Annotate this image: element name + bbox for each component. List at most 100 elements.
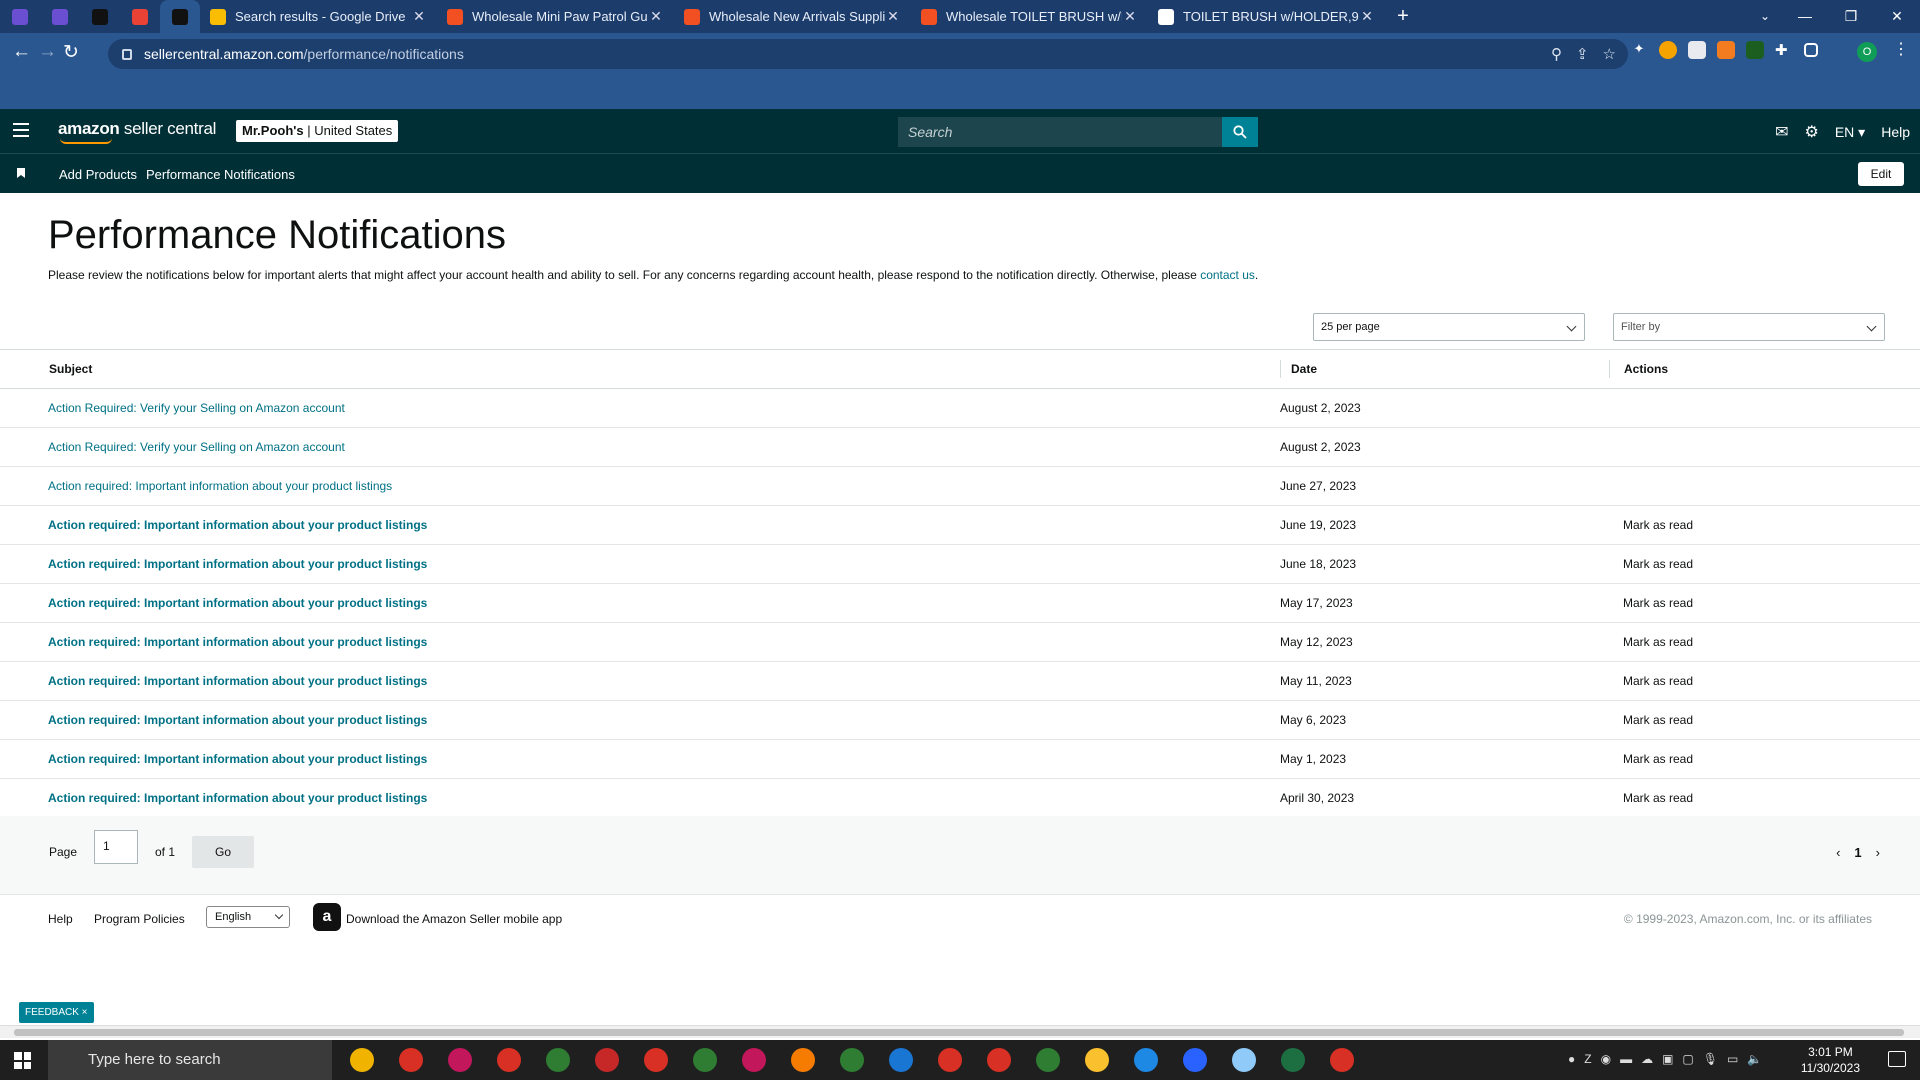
mark-as-read-link[interactable]: Mark as read [1623, 713, 1693, 727]
pinned-tab[interactable] [160, 0, 200, 33]
hamburger-menu-icon[interactable] [13, 123, 29, 137]
zoom-icon[interactable]: ⚲ [1551, 45, 1562, 63]
edit-button[interactable]: Edit [1858, 162, 1904, 186]
tray-icon[interactable]: ● [1568, 1052, 1575, 1066]
taskbar-app-icon[interactable] [1036, 1048, 1060, 1072]
cloud-icon[interactable]: ☁ [1641, 1052, 1653, 1066]
column-date[interactable]: Date [1280, 360, 1317, 378]
mark-as-read-link[interactable]: Mark as read [1623, 557, 1693, 571]
mark-as-read-link[interactable]: Mark as read [1623, 635, 1693, 649]
taskbar-app-icon[interactable] [1281, 1048, 1305, 1072]
taskbar-app-icon[interactable] [938, 1048, 962, 1072]
extension-icon[interactable]: ✦ [1630, 41, 1648, 59]
tray-icon[interactable]: ▢ [1682, 1052, 1693, 1066]
mobile-app-link[interactable]: Download the Amazon Seller mobile app [346, 912, 562, 926]
browser-menu-icon[interactable]: ⋮ [1893, 39, 1909, 59]
mark-as-read-link[interactable]: Mark as read [1623, 674, 1693, 688]
notification-subject-link[interactable]: Action required: Important information a… [48, 791, 427, 805]
close-tab-icon[interactable]: ✕ [648, 8, 664, 25]
back-icon[interactable]: ← [12, 41, 31, 63]
column-subject[interactable]: Subject [49, 362, 92, 376]
mark-as-read-link[interactable]: Mark as read [1623, 791, 1693, 805]
extension-icon[interactable] [1688, 41, 1706, 59]
browser-tab[interactable]: Wholesale TOILET BRUSH w/HO ✕ [911, 0, 1148, 33]
tray-icon[interactable]: ▬ [1620, 1052, 1632, 1066]
pinned-tab[interactable] [0, 0, 40, 33]
help-link[interactable]: Help [1881, 124, 1910, 140]
close-tab-icon[interactable]: ✕ [1122, 8, 1138, 25]
close-tab-icon[interactable]: ✕ [411, 8, 427, 25]
close-window-button[interactable]: ✕ [1874, 0, 1920, 33]
close-tab-icon[interactable]: ✕ [885, 8, 901, 25]
address-bar[interactable]: sellercentral.amazon.com/performance/not… [108, 39, 1628, 69]
windows-start-icon[interactable] [14, 1052, 31, 1069]
bookmark-icon[interactable] [17, 168, 25, 178]
sidepanel-icon[interactable] [1804, 43, 1818, 57]
filter-select[interactable]: Filter by [1613, 313, 1885, 341]
program-policies-link[interactable]: Program Policies [94, 912, 185, 926]
puzzle-icon[interactable]: ✚ [1775, 41, 1793, 59]
notification-subject-link[interactable]: Action Required: Verify your Selling on … [48, 401, 345, 415]
go-button[interactable]: Go [192, 836, 254, 868]
new-tab-button[interactable]: + [1385, 0, 1421, 33]
network-icon[interactable]: ▭ [1727, 1052, 1738, 1066]
page-number-input[interactable]: 1 [94, 830, 138, 864]
notification-subject-link[interactable]: Action required: Important information a… [48, 674, 427, 688]
bookmark-star-icon[interactable]: ☆ [1603, 45, 1616, 63]
taskbar-app-icon[interactable] [889, 1048, 913, 1072]
notification-subject-link[interactable]: Action Required: Verify your Selling on … [48, 440, 345, 454]
taskbar-app-icon[interactable] [840, 1048, 864, 1072]
scrollbar-thumb[interactable] [14, 1029, 1904, 1036]
extension-icon[interactable] [1717, 41, 1735, 59]
mark-as-read-link[interactable]: Mark as read [1623, 752, 1693, 766]
search-button[interactable] [1222, 117, 1258, 147]
browser-tab[interactable]: TOILET BRUSH w/HOLDER,9"2pc✕ [1148, 0, 1385, 33]
tab-search-icon[interactable]: ⌄ [1760, 0, 1770, 33]
mail-icon[interactable]: ✉ [1775, 122, 1788, 142]
share-icon[interactable]: ⇪ [1576, 45, 1589, 63]
taskbar-app-icon[interactable] [1330, 1048, 1354, 1072]
notification-subject-link[interactable]: Action required: Important information a… [48, 752, 427, 766]
feedback-button[interactable]: FEEDBACK × [19, 1002, 94, 1023]
minimize-button[interactable]: — [1782, 0, 1828, 33]
contact-us-link[interactable]: contact us [1200, 268, 1255, 282]
amazon-app-icon[interactable]: a [313, 903, 341, 931]
tray-icon[interactable]: Z [1584, 1052, 1591, 1066]
header-search-input[interactable]: Search [898, 117, 1222, 147]
pinned-tab[interactable] [80, 0, 120, 33]
taskbar-app-icon[interactable] [693, 1048, 717, 1072]
chevron-left-icon[interactable]: ‹ [1836, 845, 1840, 860]
reload-icon[interactable]: ↻ [63, 41, 79, 64]
taskbar-app-icon[interactable] [742, 1048, 766, 1072]
taskbar-app-icon[interactable] [1085, 1048, 1109, 1072]
close-tab-icon[interactable]: ✕ [1359, 8, 1375, 25]
language-selector[interactable]: EN ▾ [1835, 124, 1865, 141]
notification-subject-link[interactable]: Action required: Important information a… [48, 596, 427, 610]
chevron-right-icon[interactable]: › [1876, 845, 1880, 860]
seller-central-logo[interactable]: amazon seller central [58, 119, 216, 144]
taskbar-app-icon[interactable] [448, 1048, 472, 1072]
notification-subject-link[interactable]: Action required: Important information a… [48, 557, 427, 571]
taskbar-app-icon[interactable] [497, 1048, 521, 1072]
taskbar-app-icon[interactable] [791, 1048, 815, 1072]
pinned-tab[interactable] [120, 0, 160, 33]
extension-icon[interactable] [1746, 41, 1764, 59]
nav-performance-notifications[interactable]: Performance Notifications [146, 167, 295, 182]
gear-icon[interactable]: ⚙ [1804, 122, 1818, 142]
taskbar-app-icon[interactable] [595, 1048, 619, 1072]
notification-subject-link[interactable]: Action required: Important information a… [48, 713, 427, 727]
taskbar-app-icon[interactable] [1134, 1048, 1158, 1072]
current-page[interactable]: 1 [1854, 845, 1861, 860]
volume-icon[interactable]: 🔈 [1747, 1052, 1762, 1066]
taskbar-app-icon[interactable] [987, 1048, 1011, 1072]
horizontal-scrollbar[interactable] [0, 1025, 1920, 1038]
taskbar-app-icon[interactable] [644, 1048, 668, 1072]
taskbar-app-icon[interactable] [546, 1048, 570, 1072]
clock[interactable]: 3:01 PM 11/30/2023 [1801, 1040, 1860, 1076]
mark-as-read-link[interactable]: Mark as read [1623, 518, 1693, 532]
browser-tab[interactable]: Search results - Google Drive ✕ [200, 0, 437, 33]
browser-tab[interactable]: Wholesale New Arrivals Supplier ✕ [674, 0, 911, 33]
restore-button[interactable]: ❐ [1828, 0, 1874, 33]
profile-avatar[interactable]: O [1857, 42, 1877, 62]
notification-subject-link[interactable]: Action required: Important information a… [48, 479, 392, 493]
